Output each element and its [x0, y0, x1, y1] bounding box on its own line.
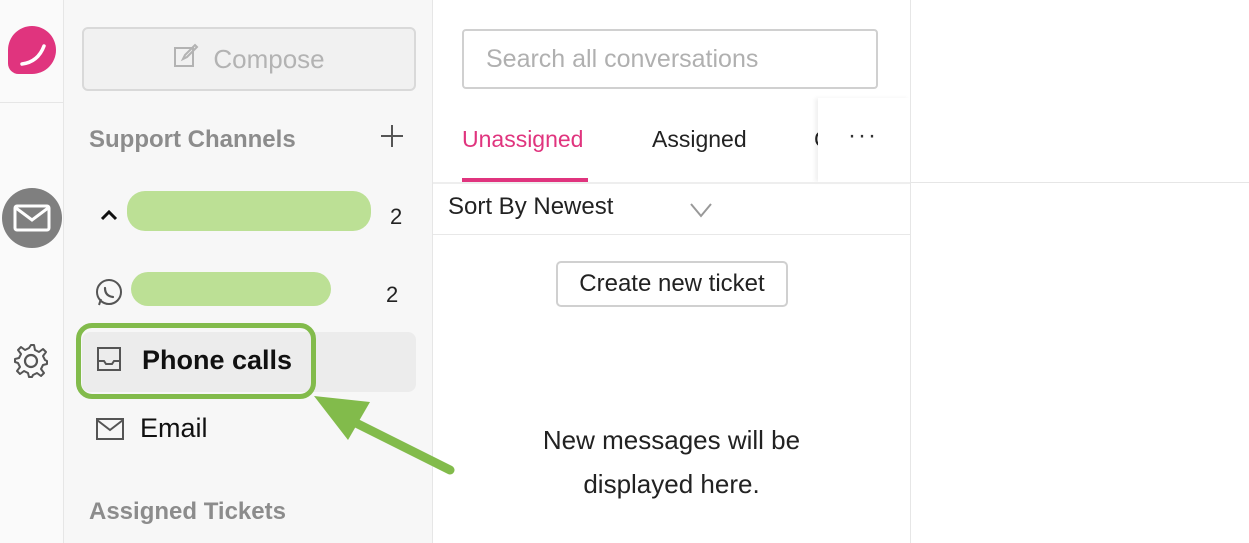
app-rail: [0, 0, 64, 543]
empty-state-message: New messages will be displayed here.: [542, 425, 801, 499]
highlight-box: [76, 323, 316, 399]
redacted-channel-name: [127, 191, 371, 231]
tab-divider: [433, 182, 910, 184]
sort-dropdown[interactable]: Sort By Newest: [448, 193, 613, 221]
more-icon: ···: [848, 122, 878, 149]
tab-assigned[interactable]: Assigned: [652, 126, 747, 153]
edit-icon: [173, 43, 199, 76]
assigned-tickets-title[interactable]: Assigned Tickets: [89, 498, 286, 526]
chevron-down-icon[interactable]: [689, 200, 713, 220]
redacted-channel-name: [131, 272, 331, 306]
mail-icon: [95, 417, 125, 446]
compose-button[interactable]: Compose: [82, 27, 416, 91]
conversations-panel: Unassigned Assigned C ··· Sort By Newest…: [433, 0, 911, 543]
tab-unassigned[interactable]: Unassigned: [462, 126, 583, 153]
compose-label: Compose: [213, 43, 325, 74]
annotation-arrow-icon: [314, 396, 455, 475]
channel-count: 2: [390, 204, 403, 229]
more-tabs-button[interactable]: ···: [818, 98, 910, 182]
channel-count: 2: [386, 282, 399, 307]
search-input[interactable]: [462, 29, 878, 89]
gear-icon[interactable]: [12, 342, 50, 380]
brand-logo-icon[interactable]: [8, 26, 56, 74]
support-channels-title: Support Channels: [89, 126, 296, 153]
sort-divider: [433, 234, 910, 235]
detail-divider: [911, 182, 1249, 183]
rail-divider: [0, 102, 63, 103]
chevron-up-icon: [100, 208, 118, 227]
channel-label: Email: [140, 413, 208, 443]
mail-icon[interactable]: [2, 188, 62, 248]
whatsapp-icon: [94, 278, 124, 313]
add-channel-icon[interactable]: [380, 124, 404, 148]
create-ticket-button[interactable]: Create new ticket: [556, 261, 788, 307]
